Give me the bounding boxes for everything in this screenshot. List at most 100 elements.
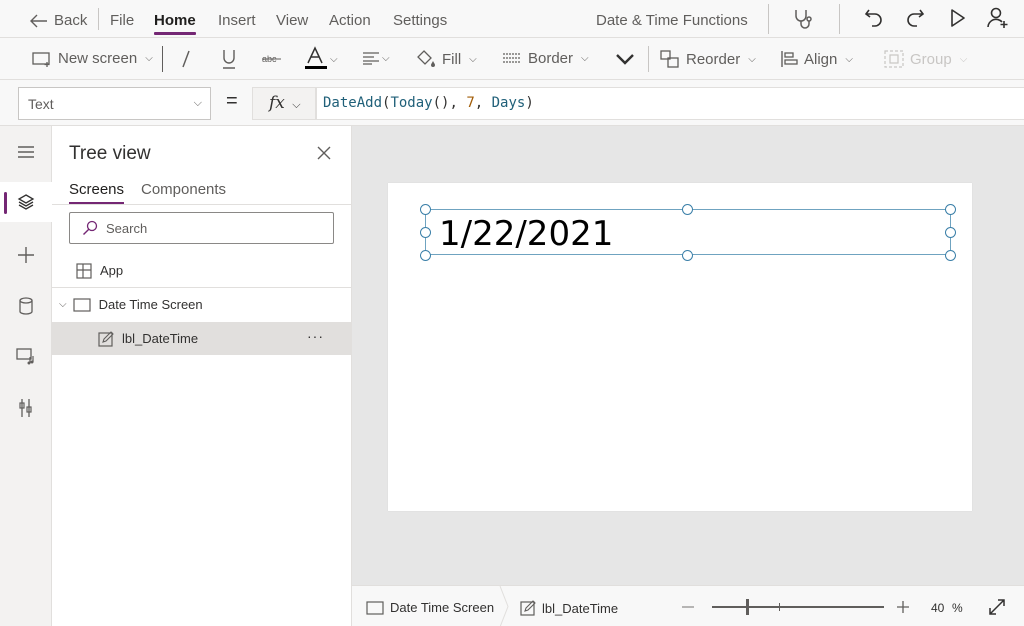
formula-input[interactable]: DateAdd(Today(), 7, Days) <box>316 87 1024 120</box>
divider <box>162 46 163 72</box>
stethoscope-icon[interactable] <box>792 8 814 30</box>
chevron-down-icon: ⌵ <box>330 54 338 65</box>
text-align-icon <box>363 52 379 65</box>
zoom-in-icon[interactable] <box>896 600 910 614</box>
italic-icon[interactable] <box>180 50 192 68</box>
equals-sign: = <box>226 90 238 112</box>
reorder-label: Reorder <box>686 50 741 68</box>
edit-label-icon <box>520 600 536 616</box>
resize-handle[interactable] <box>945 250 956 261</box>
align-icon <box>781 51 798 67</box>
tree-item-app[interactable]: App <box>52 254 352 287</box>
back-arrow-icon <box>30 14 47 27</box>
property-dropdown[interactable]: Text ⌵ <box>18 87 211 120</box>
tree-item-label: lbl_DateTime <box>122 331 199 346</box>
formula-token: ) <box>525 95 534 111</box>
fx-button[interactable]: fx ⌵ <box>252 87 316 120</box>
more-options-button[interactable]: ··· <box>307 328 324 344</box>
divider <box>98 8 99 30</box>
breadcrumb-separator <box>499 586 509 626</box>
tab-screens[interactable]: Screens <box>69 181 125 204</box>
breadcrumb-label: Date Time Screen <box>390 600 495 615</box>
chevron-down-icon: ⌵ <box>292 99 301 111</box>
resize-handle[interactable] <box>945 204 956 215</box>
underline-icon[interactable] <box>221 49 237 69</box>
expand-icon[interactable] <box>988 598 1006 616</box>
menu-action[interactable]: Action <box>329 12 371 29</box>
zoom-slider-thumb[interactable] <box>746 599 749 615</box>
tree-item-control[interactable]: lbl_DateTime ··· <box>52 322 352 355</box>
chevron-down-icon[interactable]: ⌵ <box>59 299 67 310</box>
zoom-value: 40 <box>931 601 945 615</box>
tools-icon[interactable] <box>0 388 52 428</box>
tab-components[interactable]: Components <box>141 181 226 198</box>
menu-view[interactable]: View <box>276 12 308 29</box>
resize-handle[interactable] <box>420 204 431 215</box>
border-label: Border <box>528 50 574 67</box>
close-icon[interactable] <box>316 145 332 161</box>
screen-icon <box>366 600 384 615</box>
formula-token: 7 <box>466 95 475 111</box>
hamburger-icon[interactable] <box>0 132 52 172</box>
resize-handle[interactable] <box>945 227 956 238</box>
formula-token: DateAdd <box>323 95 383 111</box>
menu-file[interactable]: File <box>110 12 134 29</box>
app-icon <box>76 262 92 279</box>
layers-icon[interactable] <box>0 182 52 222</box>
menu-settings[interactable]: Settings <box>393 12 447 29</box>
resize-handle[interactable] <box>420 250 431 261</box>
redo-icon[interactable] <box>905 7 925 29</box>
plus-icon[interactable] <box>0 235 52 275</box>
tree-item-label: App <box>100 263 124 278</box>
breadcrumb-screen[interactable]: Date Time Screen <box>366 600 494 615</box>
formula-token: , <box>474 95 492 111</box>
breadcrumb-control[interactable]: lbl_DateTime <box>520 600 618 616</box>
font-color-icon <box>305 46 327 69</box>
undo-icon[interactable] <box>864 7 884 29</box>
edit-label-icon <box>98 330 114 347</box>
new-screen-icon <box>32 51 50 67</box>
menu-insert[interactable]: Insert <box>218 12 256 29</box>
chevron-down-icon[interactable] <box>615 53 635 65</box>
chevron-down-icon: ⌵ <box>193 97 202 109</box>
app-screen[interactable]: 1/22/2021 <box>388 183 972 511</box>
add-user-icon[interactable] <box>986 6 1010 30</box>
back-button[interactable]: Back <box>30 12 87 29</box>
breadcrumb-label: lbl_DateTime <box>542 600 619 616</box>
reorder-button[interactable]: Reorder ⌵ <box>660 50 756 68</box>
align-button[interactable]: Align ⌵ <box>780 50 853 68</box>
tree-item-screen[interactable]: ⌵ Date Time Screen <box>52 288 352 321</box>
border-button[interactable]: Border ⌵ <box>502 50 589 67</box>
search-icon <box>83 220 98 235</box>
group-button[interactable]: Group ⌵ <box>884 50 967 68</box>
screen-icon <box>72 297 91 312</box>
text-align-button[interactable]: ⌵ <box>362 51 390 65</box>
new-screen-button[interactable]: New screen ⌵ <box>32 50 153 67</box>
formula-token: Days <box>491 95 526 111</box>
strikethrough-icon[interactable]: abc <box>262 52 282 66</box>
chevron-down-icon: ⌵ <box>382 52 390 64</box>
database-icon[interactable] <box>0 286 52 326</box>
resize-handle[interactable] <box>682 204 693 215</box>
date-label-control[interactable]: 1/22/2021 <box>425 209 951 255</box>
chevron-down-icon: ⌵ <box>845 53 853 65</box>
search-input[interactable]: Search <box>69 212 334 244</box>
new-screen-label: New screen <box>58 50 138 67</box>
chevron-down-icon: ⌵ <box>748 53 756 65</box>
zoom-slider[interactable] <box>712 599 884 615</box>
resize-handle[interactable] <box>420 227 431 238</box>
left-rail <box>0 126 52 626</box>
fill-button[interactable]: Fill ⌵ <box>416 50 477 68</box>
formula-token: (), <box>432 95 467 111</box>
menu-home[interactable]: Home <box>154 12 196 35</box>
font-color-button[interactable]: ⌵ <box>304 46 338 70</box>
menu-bar: Back File Home Insert View Action Settin… <box>0 0 1024 38</box>
zoom-slider-tick <box>779 603 780 611</box>
ribbon: New screen ⌵ abc ⌵ ⌵ Fill ⌵ Border ⌵ Reo… <box>0 38 1024 80</box>
resize-handle[interactable] <box>682 250 693 261</box>
media-icon[interactable] <box>0 336 52 376</box>
zoom-out-icon[interactable] <box>682 606 694 608</box>
zoom-unit: % <box>952 601 963 615</box>
play-icon[interactable] <box>950 9 966 27</box>
divider <box>52 204 352 205</box>
